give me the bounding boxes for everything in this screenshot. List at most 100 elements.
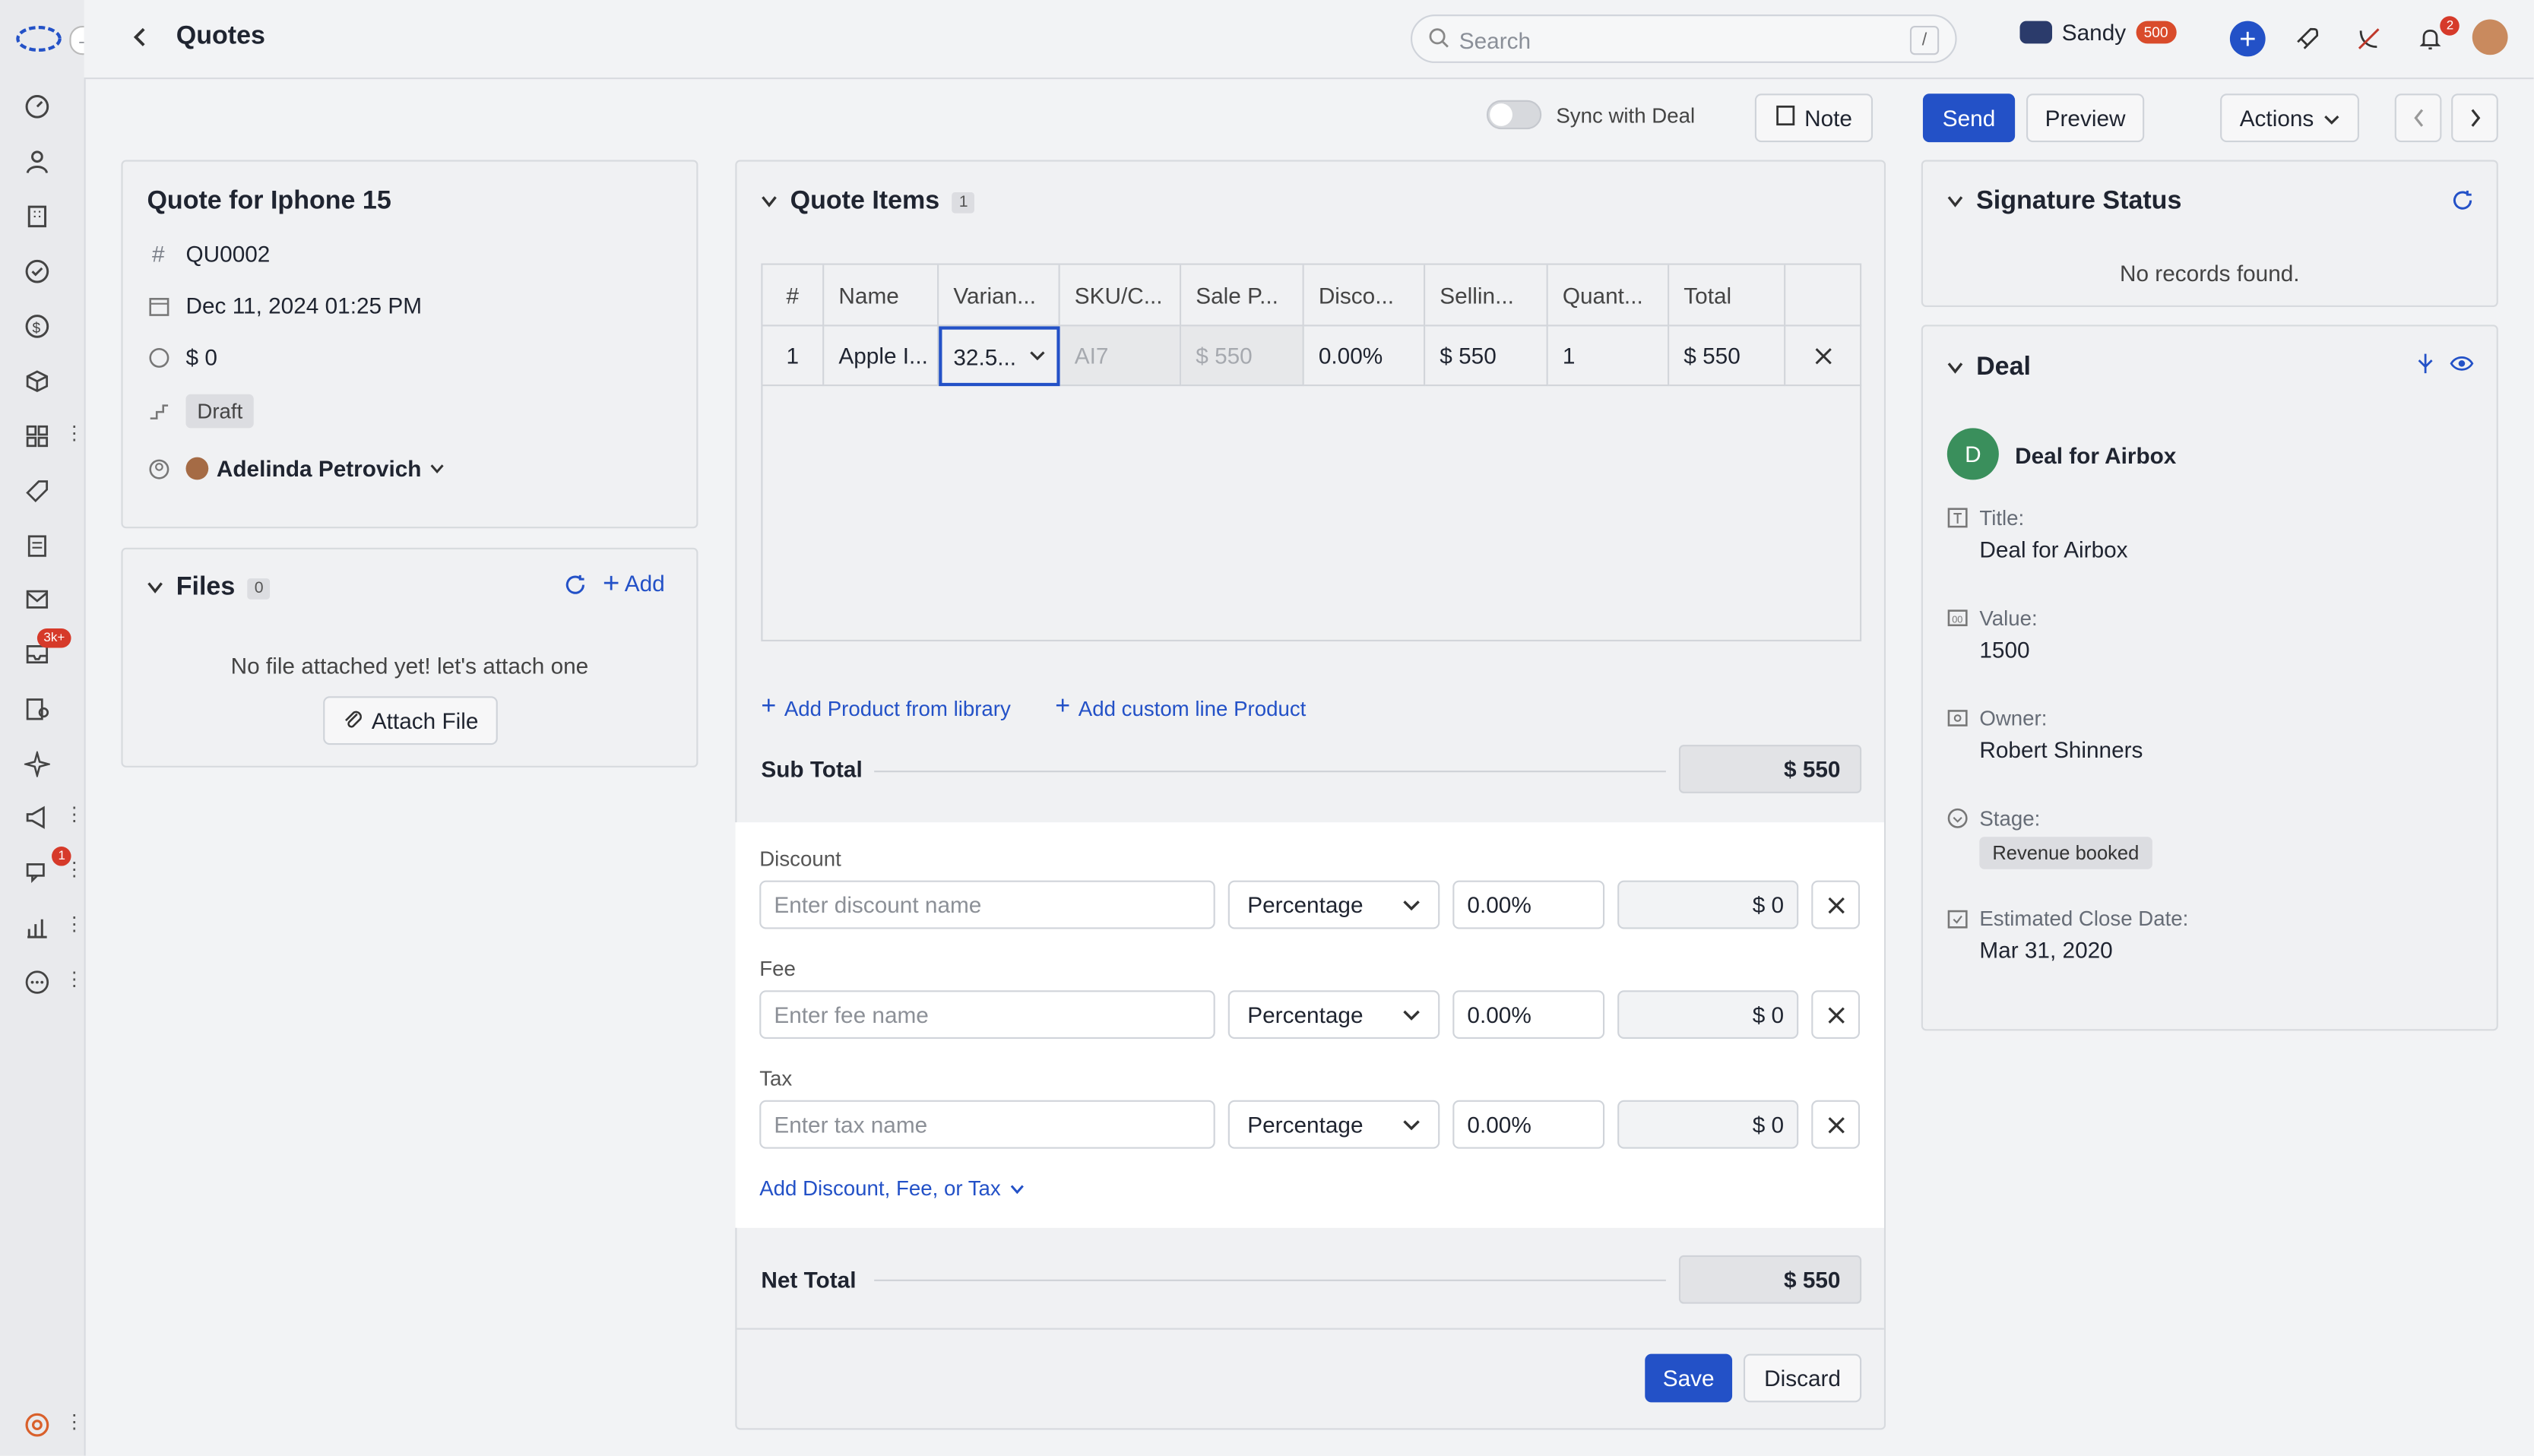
column-header[interactable]: Disco... xyxy=(1303,264,1426,327)
deals-icon[interactable]: $ xyxy=(21,310,54,343)
column-header[interactable]: Sale P... xyxy=(1181,264,1304,327)
pin-icon[interactable] xyxy=(2414,352,2437,382)
tax-label: Tax xyxy=(759,1066,793,1091)
fee-type-select[interactable]: Percentage xyxy=(1227,990,1440,1040)
save-button[interactable]: Save xyxy=(1645,1353,1733,1403)
table-cell: $ 550 xyxy=(1669,326,1786,387)
paperclip-icon xyxy=(343,707,363,733)
rocket-icon[interactable] xyxy=(2292,23,2324,55)
chat-icon[interactable] xyxy=(21,856,54,889)
files-header[interactable]: Files 0 xyxy=(147,574,271,603)
remove-row-button[interactable] xyxy=(1785,326,1862,387)
quote-title: Quote for Iphone 15 xyxy=(147,187,391,215)
notes-icon[interactable] xyxy=(21,530,54,562)
user-menu[interactable]: Sandy 500 xyxy=(2019,20,2177,46)
tax-type-select[interactable]: Percentage xyxy=(1227,1100,1440,1149)
fee-rate-input[interactable]: 0.00% xyxy=(1452,990,1605,1040)
sync-toggle[interactable] xyxy=(1486,100,1542,130)
variant-select[interactable]: 32.5... xyxy=(939,326,1060,387)
deal-name[interactable]: Deal for Airbox xyxy=(2015,443,2176,469)
quote-items-panel: Quote Items 1 # Name Varian... SKU/C... … xyxy=(735,160,1886,1430)
eye-icon[interactable] xyxy=(2450,352,2474,382)
help-more-icon[interactable]: ⋮ xyxy=(65,1410,84,1433)
quote-items-header[interactable]: Quote Items 1 xyxy=(761,187,975,217)
fee-name-input[interactable]: Enter fee name xyxy=(759,990,1215,1040)
back-chevron-icon[interactable] xyxy=(129,24,152,59)
discount-rate-input[interactable]: 0.00% xyxy=(1452,880,1605,929)
preview-button[interactable]: Preview xyxy=(2026,93,2145,143)
reports-icon[interactable] xyxy=(21,911,54,944)
actions-label: Actions xyxy=(2239,105,2314,131)
discount-type-select[interactable]: Percentage xyxy=(1227,880,1440,929)
tag-icon[interactable] xyxy=(21,475,54,508)
svg-text:00: 00 xyxy=(1952,614,1962,625)
table-cell[interactable]: Apple I... xyxy=(824,326,939,387)
reports-more-icon[interactable]: ⋮ xyxy=(65,913,84,935)
column-header[interactable]: Sellin... xyxy=(1425,264,1548,327)
attach-file-button[interactable]: Attach File xyxy=(323,696,498,745)
add-product-library-link[interactable]: + Add Product from library xyxy=(761,693,1011,722)
companies-icon[interactable] xyxy=(21,201,54,233)
deal-avatar: D xyxy=(1946,428,1999,480)
phone-off-icon[interactable] xyxy=(2352,23,2385,55)
files-add-button[interactable]: + Add xyxy=(603,568,665,597)
fee-amount: $ 0 xyxy=(1617,990,1799,1040)
tax-rate-input[interactable]: 0.00% xyxy=(1452,1100,1605,1149)
search-input[interactable]: Search / xyxy=(1410,14,1957,63)
ai-sparkle-icon[interactable] xyxy=(21,748,54,780)
chevron-down-icon xyxy=(147,582,163,593)
contacts-icon[interactable] xyxy=(21,145,54,178)
discard-button[interactable]: Discard xyxy=(1743,1353,1862,1403)
column-header[interactable]: Name xyxy=(824,264,939,327)
discount-name-input[interactable]: Enter discount name xyxy=(759,880,1215,929)
chat-more-icon[interactable]: ⋮ xyxy=(65,858,84,881)
tasks-icon[interactable] xyxy=(21,255,54,288)
campaigns-more-icon[interactable]: ⋮ xyxy=(65,803,84,826)
remove-discount-button[interactable] xyxy=(1811,880,1861,929)
more-icon[interactable] xyxy=(21,966,54,999)
dashboard-icon[interactable] xyxy=(21,90,54,123)
note-button[interactable]: Note xyxy=(1754,93,1874,143)
chevron-down-icon xyxy=(1947,362,1963,374)
net-total-value: $ 550 xyxy=(1678,1255,1862,1304)
table-cell[interactable]: $ 550 xyxy=(1425,326,1548,387)
chevron-down-icon xyxy=(1947,196,1963,207)
products-icon[interactable] xyxy=(21,365,54,397)
table-cell[interactable]: 0.00% xyxy=(1303,326,1426,387)
signature-header[interactable]: Signature Status xyxy=(1947,188,2181,217)
help-icon[interactable] xyxy=(21,1409,54,1442)
refresh-icon[interactable] xyxy=(564,574,587,604)
more-menu-icon[interactable]: ⋮ xyxy=(65,967,84,990)
tax-name-input[interactable]: Enter tax name xyxy=(759,1100,1215,1149)
user-avatar-icon xyxy=(2019,21,2053,44)
add-adjustment-label: Add Discount, Fee, or Tax xyxy=(759,1176,1001,1201)
campaigns-icon[interactable] xyxy=(21,801,54,834)
apps-icon[interactable] xyxy=(21,420,54,453)
mail-icon[interactable] xyxy=(21,583,54,616)
refresh-icon[interactable] xyxy=(2451,189,2474,220)
stage-icon xyxy=(147,400,169,423)
add-custom-product-link[interactable]: + Add custom line Product xyxy=(1055,693,1306,722)
add-adjustment-dropdown[interactable]: Add Discount, Fee, or Tax xyxy=(759,1176,1025,1201)
column-header[interactable]: Quant... xyxy=(1547,264,1670,327)
send-button[interactable]: Send xyxy=(1922,93,2016,143)
profile-avatar[interactable] xyxy=(2472,19,2508,55)
quote-stage-badge[interactable]: Draft xyxy=(185,394,255,429)
column-header[interactable]: # xyxy=(762,264,825,327)
create-plus-icon[interactable]: + xyxy=(2229,21,2266,57)
forms-icon[interactable] xyxy=(21,693,54,726)
column-header[interactable]: Total xyxy=(1669,264,1786,327)
owner-selector[interactable]: Adelinda Petrovich xyxy=(185,456,444,482)
next-record-button[interactable] xyxy=(2451,93,2498,143)
prev-record-button[interactable] xyxy=(2394,93,2442,143)
column-header[interactable]: SKU/C... xyxy=(1060,264,1182,327)
apps-more-icon[interactable]: ⋮ xyxy=(65,422,84,445)
app-logo-icon[interactable] xyxy=(13,23,65,55)
column-header[interactable]: Varian... xyxy=(939,264,1060,327)
deal-header[interactable]: Deal xyxy=(1947,354,2031,383)
remove-fee-button[interactable] xyxy=(1811,990,1861,1040)
remove-tax-button[interactable] xyxy=(1811,1100,1861,1149)
table-cell[interactable]: 1 xyxy=(1547,326,1670,387)
quote-items-title: Quote Items xyxy=(790,187,940,215)
actions-button[interactable]: Actions xyxy=(2220,93,2359,143)
